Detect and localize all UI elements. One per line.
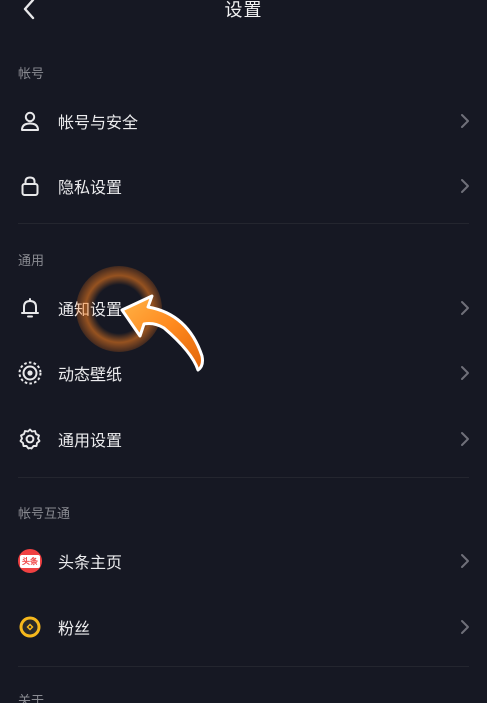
settings-item-live-wallpaper[interactable]: 动态壁纸: [0, 345, 487, 401]
settings-item-label: 帐号与安全: [58, 113, 139, 132]
settings-item-label: 动态壁纸: [58, 365, 123, 384]
section-label-linked-accounts: 帐号互通: [18, 507, 71, 522]
chevron-right-icon: [461, 554, 469, 568]
bell-icon: [17, 295, 43, 321]
settings-item-label: 粉丝: [58, 619, 91, 638]
section-label-general: 通用: [18, 254, 45, 269]
chevron-right-icon: [461, 366, 469, 380]
settings-item-account-security[interactable]: 帐号与安全: [0, 93, 487, 149]
gear-icon: [17, 426, 43, 452]
settings-item-label: 头条主页: [58, 553, 123, 572]
lock-icon: [17, 173, 43, 199]
top-bar: 设置: [0, 0, 487, 30]
chevron-right-icon: [461, 114, 469, 128]
page-title: 设置: [224, 0, 263, 21]
settings-screen: 设置 帐号 帐号与安全 隐私设置 通用 通知设置 动态壁纸 通用设置 帐号互通 …: [0, 0, 487, 703]
section-divider: [18, 223, 469, 224]
settings-item-fans[interactable]: 粉丝: [0, 599, 487, 655]
settings-item-label: 通知设置: [58, 300, 123, 319]
settings-item-toutiao-home[interactable]: 头条 头条主页: [0, 533, 487, 589]
section-label-account: 帐号: [18, 67, 45, 82]
chevron-right-icon: [461, 301, 469, 315]
wallpaper-icon: [17, 360, 43, 386]
settings-item-privacy[interactable]: 隐私设置: [0, 158, 487, 214]
fans-icon: [17, 614, 43, 640]
settings-item-label: 隐私设置: [58, 178, 123, 197]
user-icon: [17, 108, 43, 134]
settings-item-notifications[interactable]: 通知设置: [0, 280, 487, 336]
toutiao-logo-text: 头条: [20, 554, 40, 568]
section-divider: [18, 666, 469, 667]
settings-item-general-settings[interactable]: 通用设置: [0, 411, 487, 467]
settings-item-label: 通用设置: [58, 431, 123, 450]
chevron-right-icon: [461, 620, 469, 634]
section-label-about: 关于: [18, 694, 45, 703]
chevron-right-icon: [461, 432, 469, 446]
section-divider: [18, 477, 469, 478]
toutiao-logo-icon: 头条: [17, 548, 43, 574]
chevron-right-icon: [461, 179, 469, 193]
